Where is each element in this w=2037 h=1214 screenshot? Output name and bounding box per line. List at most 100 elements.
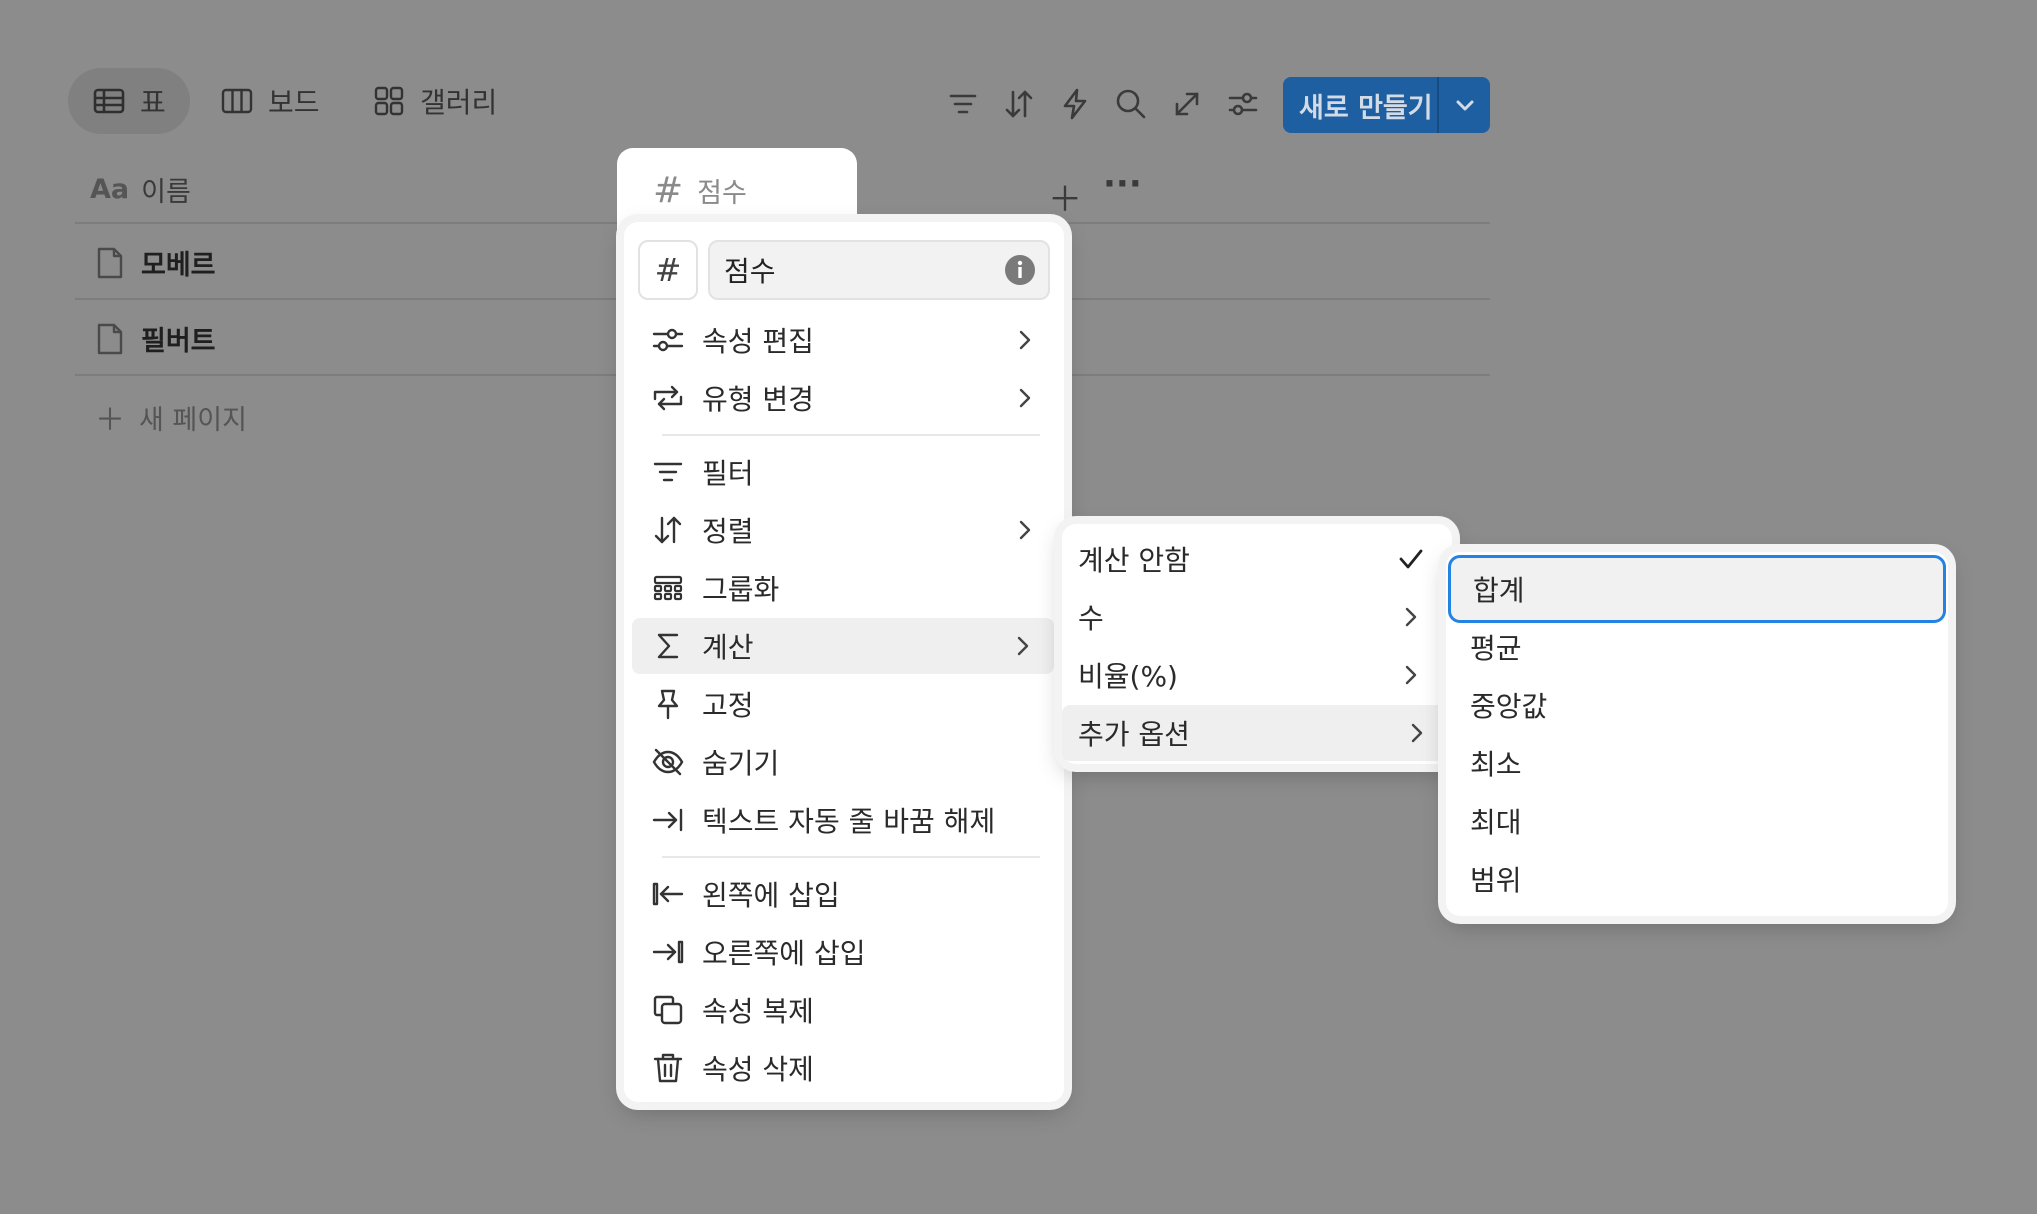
menu-item-insert-right[interactable]: 오른쪽에 삽입 [638,924,1050,980]
calc-item-none[interactable]: 계산 안함 [1062,531,1440,587]
chevron-right-icon [1396,660,1426,690]
menu-item-delete[interactable]: 속성 삭제 [638,1040,1050,1096]
property-name-input[interactable]: 점수 [708,240,1050,300]
new-page-label: 새 페이지 [139,404,247,436]
column-label: 이름 [141,177,191,208]
new-button[interactable]: 새로 만들기 [1283,77,1490,133]
menu-item-label: 추가 옵션 [1078,718,1190,751]
text-type-icon: Aa [90,174,130,205]
property-name-value: 점수 [724,255,776,288]
column-header-name[interactable]: Aa 이름 [90,170,191,209]
tab-gallery-view[interactable]: 갤러리 [348,68,521,134]
chevron-right-icon [1010,325,1040,355]
row-title: 모베르 [141,250,216,281]
row-title: 필버트 [141,326,216,357]
menu-item-duplicate[interactable]: 속성 복제 [638,982,1050,1038]
menu-divider [662,434,1040,436]
menu-item-label: 고정 [702,689,754,722]
tab-label: 갤러리 [420,86,498,119]
menu-item-label: 최대 [1470,806,1522,839]
calc-option-median[interactable]: 중앙값 [1448,676,1944,734]
expand-icon[interactable] [1169,86,1205,122]
calc-option-min[interactable]: 최소 [1448,734,1944,792]
property-type-button[interactable]: # [638,240,698,300]
tab-label: 표 [140,86,166,119]
menu-item-label: 필터 [702,457,754,490]
table-row[interactable]: 필버트 [95,319,216,358]
menu-item-filter[interactable]: 필터 [638,444,1050,500]
menu-item-label: 비율(%) [1078,660,1178,693]
number-type-icon: # [653,170,684,211]
calc-option-max[interactable]: 최대 [1448,792,1944,850]
plus-icon: ＋ [95,403,125,438]
menu-item-label: 계산 안함 [1078,544,1190,577]
duplicate-icon [648,990,688,1030]
trash-icon [648,1048,688,1088]
menu-item-label: 계산 [702,631,754,664]
menu-item-label: 합계 [1473,574,1525,607]
gallery-icon [372,84,406,118]
menu-item-label: 오른쪽에 삽입 [702,937,866,970]
menu-item-unwrap-text[interactable]: 텍스트 자동 줄 바꿈 해제 [638,792,1050,848]
menu-item-label: 최소 [1470,748,1522,781]
menu-item-edit-property[interactable]: 속성 편집 [638,312,1050,368]
sort-icon [648,510,688,550]
unwrap-icon [648,800,688,840]
new-page-button[interactable]: ＋ 새 페이지 [95,395,247,439]
menu-item-label: 범위 [1470,864,1522,897]
page-icon [95,322,125,356]
menu-item-pin[interactable]: 고정 [638,676,1050,732]
chevron-right-icon [1396,602,1426,632]
chevron-right-icon [1402,718,1432,748]
automation-bolt-icon[interactable] [1057,86,1093,122]
tab-board-view[interactable]: 보드 [196,68,344,134]
settings-sliders-icon[interactable] [1225,86,1261,122]
calc-item-count[interactable]: 수 [1062,589,1440,645]
more-options-icon[interactable]: ··· [1103,164,1142,204]
pin-icon [648,684,688,724]
filter-icon [648,452,688,492]
chevron-right-icon [1010,383,1040,413]
tab-table-view[interactable]: 표 [68,68,190,134]
chevron-right-icon [1008,631,1038,661]
chevron-right-icon [1010,515,1040,545]
insert-right-icon [648,932,688,972]
add-column-icon[interactable]: ＋ [1048,172,1082,221]
info-icon[interactable] [1004,254,1036,286]
column-label: 점수 [697,178,747,209]
menu-item-sort[interactable]: 정렬 [638,502,1050,558]
menu-item-label: 평균 [1470,632,1522,665]
menu-item-label: 속성 삭제 [702,1053,814,1086]
insert-left-icon [648,874,688,914]
page-icon [95,246,125,280]
menu-item-group[interactable]: 그룹화 [638,560,1050,616]
chevron-down-icon[interactable] [1439,91,1490,119]
table-icon [92,84,126,118]
number-type-icon: # [654,251,682,289]
eye-off-icon [648,742,688,782]
group-icon [648,568,688,608]
menu-item-label: 그룹화 [702,573,780,606]
menu-item-hide[interactable]: 숨기기 [638,734,1050,790]
board-icon [220,84,254,118]
calc-item-percent[interactable]: 비율(%) [1062,647,1440,703]
menu-item-calculate[interactable]: 계산 [632,618,1054,674]
table-row[interactable]: 모베르 [95,243,216,282]
checkmark-icon [1396,544,1426,574]
menu-item-label: 텍스트 자동 줄 바꿈 해제 [702,805,996,838]
sort-icon[interactable] [1001,86,1037,122]
menu-item-label: 속성 편집 [702,325,814,358]
menu-item-label: 정렬 [702,515,754,548]
change-type-icon [648,378,688,418]
sliders-icon [648,320,688,360]
menu-item-label: 속성 복제 [702,995,814,1028]
menu-item-label: 수 [1078,602,1104,635]
calc-option-average[interactable]: 평균 [1448,618,1944,676]
search-icon[interactable] [1113,86,1149,122]
menu-item-change-type[interactable]: 유형 변경 [638,370,1050,426]
menu-item-insert-left[interactable]: 왼쪽에 삽입 [638,866,1050,922]
calc-option-sum[interactable]: 합계 [1448,555,1946,623]
calc-option-range[interactable]: 범위 [1448,850,1944,908]
calc-item-more-options[interactable]: 추가 옵션 [1062,705,1446,761]
filter-icon[interactable] [945,86,981,122]
